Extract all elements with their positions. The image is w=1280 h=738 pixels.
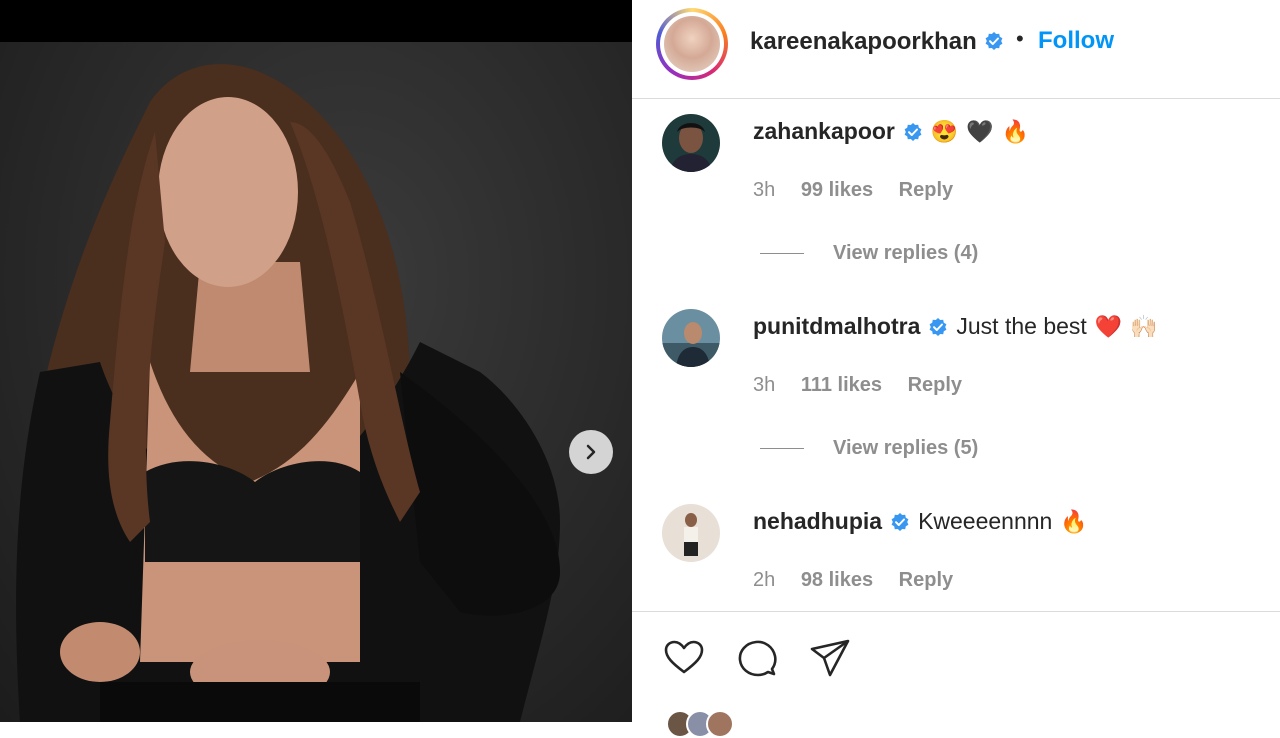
- comment-username[interactable]: punitdmalhotra: [753, 313, 920, 340]
- emoji-raised-hands: 🙌🏻: [1130, 313, 1158, 339]
- emoji-fire: 🔥: [1001, 118, 1030, 144]
- verified-badge-icon: [891, 512, 909, 531]
- view-replies-button[interactable]: View replies (5): [760, 437, 978, 460]
- reply-button[interactable]: Reply: [899, 179, 953, 201]
- emoji-black-heart: 🖤: [966, 118, 994, 144]
- comment-icon: [738, 640, 777, 677]
- post-details-panel: kareenakapoorkhan • Follow zahankapoor 😍…: [632, 0, 1280, 738]
- verified-badge-icon: [929, 317, 947, 336]
- replies-divider: [760, 253, 804, 254]
- view-replies-label: View replies (5): [833, 437, 979, 459]
- commenter-avatar[interactable]: [662, 504, 720, 562]
- comment-item: punitdmalhotra Just the best ❤️ 🙌🏻 3h 11…: [632, 309, 1280, 469]
- comment-username[interactable]: zahankapoor: [753, 118, 895, 145]
- comment-meta: 3h 99 likes Reply: [753, 179, 973, 202]
- emoji-heart-eyes: 😍: [930, 118, 959, 144]
- verified-badge-icon: [904, 122, 922, 141]
- comment-likes[interactable]: 99 likes: [801, 179, 873, 201]
- comment-meta: 2h 98 likes Reply: [753, 569, 973, 592]
- view-replies-button[interactable]: View replies (4): [760, 242, 978, 265]
- comment-likes[interactable]: 98 likes: [801, 569, 873, 591]
- comment-meta: 3h 111 likes Reply: [753, 374, 982, 397]
- comment-item: zahankapoor 😍 🖤 🔥 3h 99 likes Reply View…: [632, 114, 1280, 274]
- author-avatar[interactable]: [656, 8, 728, 80]
- view-replies-label: View replies (4): [833, 242, 979, 264]
- comment-content: punitdmalhotra Just the best ❤️ 🙌🏻: [753, 313, 1158, 340]
- share-icon: [810, 639, 850, 677]
- next-photo-button[interactable]: [569, 430, 613, 474]
- photo-top-bar: [0, 0, 632, 42]
- comment-text: Just the best: [956, 313, 1087, 339]
- share-button[interactable]: [808, 636, 852, 680]
- post-photo: [0, 0, 632, 722]
- replies-divider: [760, 448, 804, 449]
- commenter-avatar[interactable]: [662, 309, 720, 367]
- heart-icon: [664, 640, 704, 674]
- comment-time: 3h: [753, 179, 776, 201]
- author-username[interactable]: kareenakapoorkhan: [750, 28, 977, 56]
- commenter-avatar[interactable]: [662, 114, 720, 172]
- reply-button[interactable]: Reply: [908, 374, 962, 396]
- photo-image: [0, 42, 632, 722]
- comment-item: nehadhupia Kweeeennnn 🔥 2h 98 likes Repl…: [632, 504, 1280, 604]
- liked-by-avatars[interactable]: [666, 710, 734, 738]
- emoji-red-heart: ❤️: [1094, 313, 1123, 339]
- comment-button[interactable]: [735, 636, 779, 680]
- emoji-fire: 🔥: [1060, 508, 1088, 534]
- post-header: kareenakapoorkhan • Follow: [632, 0, 1280, 99]
- liker-avatar: [706, 710, 734, 738]
- reply-button[interactable]: Reply: [899, 569, 953, 591]
- like-button[interactable]: [662, 636, 706, 680]
- comment-time: 2h: [753, 569, 776, 591]
- comment-content: zahankapoor 😍 🖤 🔥: [753, 118, 1029, 145]
- comment-text: Kweeeennnn: [918, 508, 1053, 534]
- follow-button[interactable]: Follow: [1038, 27, 1114, 55]
- comment-time: 3h: [753, 374, 776, 396]
- header-separator: •: [1016, 26, 1024, 51]
- chevron-right-icon: [586, 444, 596, 460]
- actions-divider: [632, 611, 1280, 612]
- comment-likes[interactable]: 111 likes: [801, 374, 882, 396]
- comment-username[interactable]: nehadhupia: [753, 508, 882, 535]
- comment-content: nehadhupia Kweeeennnn 🔥: [753, 508, 1088, 535]
- verified-badge-icon: [985, 32, 1003, 50]
